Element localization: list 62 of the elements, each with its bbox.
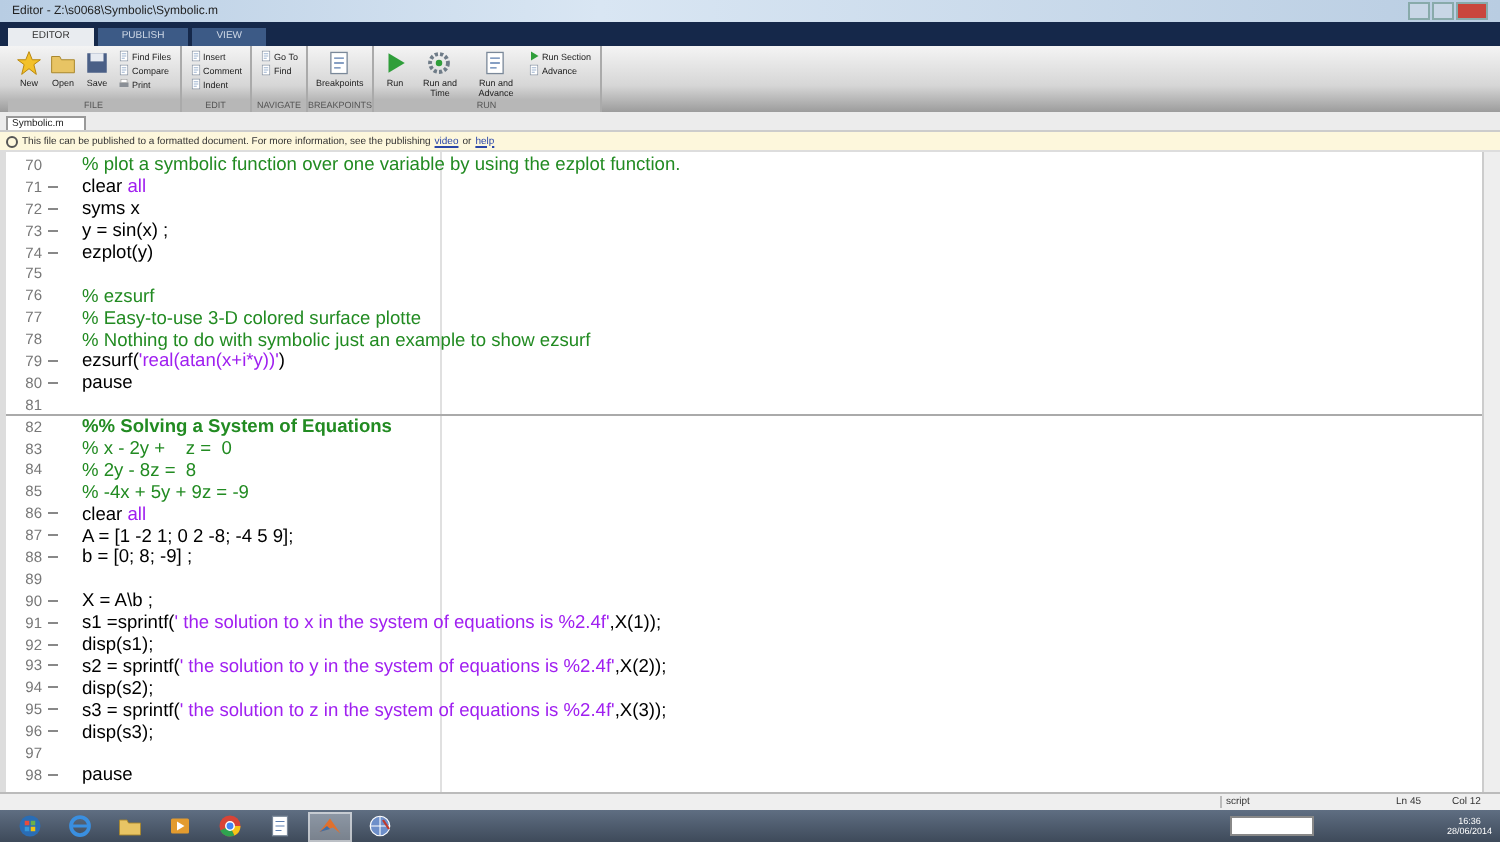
folder-icon	[50, 50, 76, 76]
close-button[interactable]	[1456, 2, 1488, 20]
breakpoint-marker[interactable]	[48, 643, 58, 646]
breakpoint-marker[interactable]	[48, 599, 58, 602]
folder-icon	[118, 814, 142, 838]
code-line: pause	[82, 372, 133, 393]
code-line: clear all	[82, 503, 147, 524]
breakpoint-marker[interactable]	[48, 621, 58, 624]
peak-icon	[318, 814, 342, 838]
browser-icon	[68, 814, 92, 838]
code-line: ezplot(y)	[82, 242, 154, 262]
browser-icon	[218, 814, 242, 838]
code-line: disp(s1);	[82, 634, 154, 655]
code-line: s2 = sprintf(' the solution to y in the system of equations is %2.4f',X(2));	[82, 655, 667, 676]
code-line: disp(s3);	[82, 721, 154, 742]
breakpoint-marker[interactable]	[48, 229, 58, 232]
code-line: % x - 2y + z = 0	[82, 438, 232, 459]
section-title: %% Solving a System of Equations	[82, 416, 392, 437]
code-line: % 2y - 8z = 8	[82, 459, 197, 480]
breakpoint-marker[interactable]	[48, 708, 58, 711]
breakpoint-marker[interactable]	[48, 730, 58, 733]
code-line: y = sin(x) ;	[82, 220, 169, 241]
code-line: s3 = sprintf(' the solution to z in the system of equations is %2.4f',X(3));	[82, 699, 667, 720]
code-line: % Easy-to-use 3-D colored surface plotte	[82, 307, 421, 328]
windows-logo-icon	[18, 814, 42, 838]
media-player-icon	[168, 814, 192, 838]
breakpoint-marker[interactable]	[48, 512, 58, 515]
breakpoint-marker[interactable]	[48, 185, 58, 188]
breakpoint-marker[interactable]	[48, 207, 58, 210]
code-line: b = [0; 8; -9] ;	[82, 546, 193, 567]
breakpoint-marker[interactable]	[48, 773, 58, 776]
gear-icon	[426, 50, 453, 76]
search-field[interactable]	[1230, 816, 1315, 836]
document-icon	[268, 814, 292, 838]
scrollbar[interactable]	[1482, 152, 1500, 792]
breakpoint-marker[interactable]	[48, 534, 58, 537]
code-line: syms x	[82, 198, 140, 219]
code-line: disp(s2);	[82, 677, 154, 698]
code-line: % plot a symbolic function over one variable by using the ezplot function.	[82, 154, 681, 175]
code-line: % ezsurf	[82, 285, 155, 306]
document-icon	[326, 50, 353, 76]
code-line: pause	[82, 764, 133, 785]
code-line: A = [1 -2 1; 0 2 -8; -4 5 9];	[82, 525, 294, 546]
code-line: s1 =sprintf(' the solution to x in the system of equations is %2.4f',X(1));	[82, 612, 662, 633]
star-icon	[16, 50, 42, 76]
code-line: % -4x + 5y + 9z = -9	[82, 481, 249, 502]
document-icon	[482, 50, 509, 76]
code-line: clear all	[82, 176, 147, 197]
breakpoint-marker[interactable]	[48, 359, 58, 362]
breakpoint-marker[interactable]	[48, 251, 58, 253]
info-icon	[6, 135, 18, 147]
document-icon	[527, 64, 540, 76]
globe-icon	[368, 814, 392, 838]
breakpoint-marker[interactable]	[48, 664, 58, 667]
code-line: X = A\b ;	[82, 590, 153, 611]
breakpoint-marker[interactable]	[48, 686, 58, 689]
breakpoint-marker[interactable]	[48, 381, 58, 384]
code-line: ezsurf('real(atan(x+i*y))')	[82, 350, 285, 371]
printer-icon	[118, 78, 130, 90]
code-line: % Nothing to do with symbolic just an example to show ezsurf	[82, 329, 591, 350]
play-icon	[527, 50, 540, 62]
breakpoint-marker[interactable]	[48, 555, 58, 558]
